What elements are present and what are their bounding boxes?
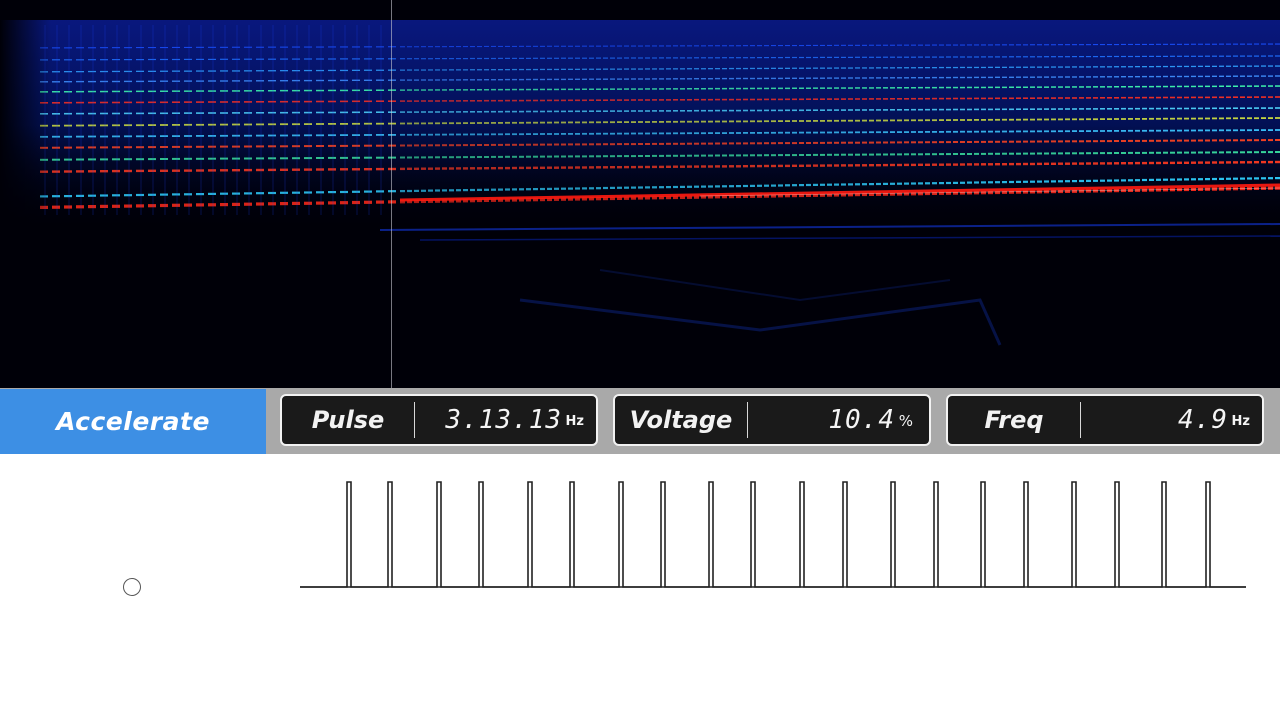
voltage-label: Voltage <box>629 406 733 434</box>
playhead-cursor <box>391 0 392 388</box>
voltage-unit: % <box>898 412 913 430</box>
freq-meter: Freq 4.9 Hz <box>946 394 1264 446</box>
app-window: Accelerate Pulse 3.13.13 Hz Voltage 10.4… <box>0 0 1280 720</box>
pulse-waveform <box>0 454 1280 720</box>
freq-value: 4.9 <box>1178 405 1228 435</box>
pulse-label: Pulse <box>311 406 385 434</box>
meter-divider <box>747 402 748 438</box>
freq-label: Freq <box>984 406 1044 434</box>
freq-unit: Hz <box>1231 414 1250 429</box>
waveform-canvas <box>300 481 1246 588</box>
spectrogram <box>0 0 1280 388</box>
circle-outline-icon[interactable] <box>123 578 141 596</box>
voltage-meter: Voltage 10.4 % <box>613 394 931 446</box>
mode-tab[interactable]: Accelerate <box>0 389 266 454</box>
meter-divider <box>1080 402 1081 438</box>
meter-divider <box>414 402 415 438</box>
voltage-value: 10.4 <box>828 405 895 435</box>
status-bar: Accelerate Pulse 3.13.13 Hz Voltage 10.4… <box>0 388 1280 454</box>
pulse-unit: Hz <box>565 414 584 429</box>
pulse-value: 3.13.13 <box>445 405 562 435</box>
spectrogram-canvas <box>0 0 1280 388</box>
pulse-meter: Pulse 3.13.13 Hz <box>280 394 598 446</box>
